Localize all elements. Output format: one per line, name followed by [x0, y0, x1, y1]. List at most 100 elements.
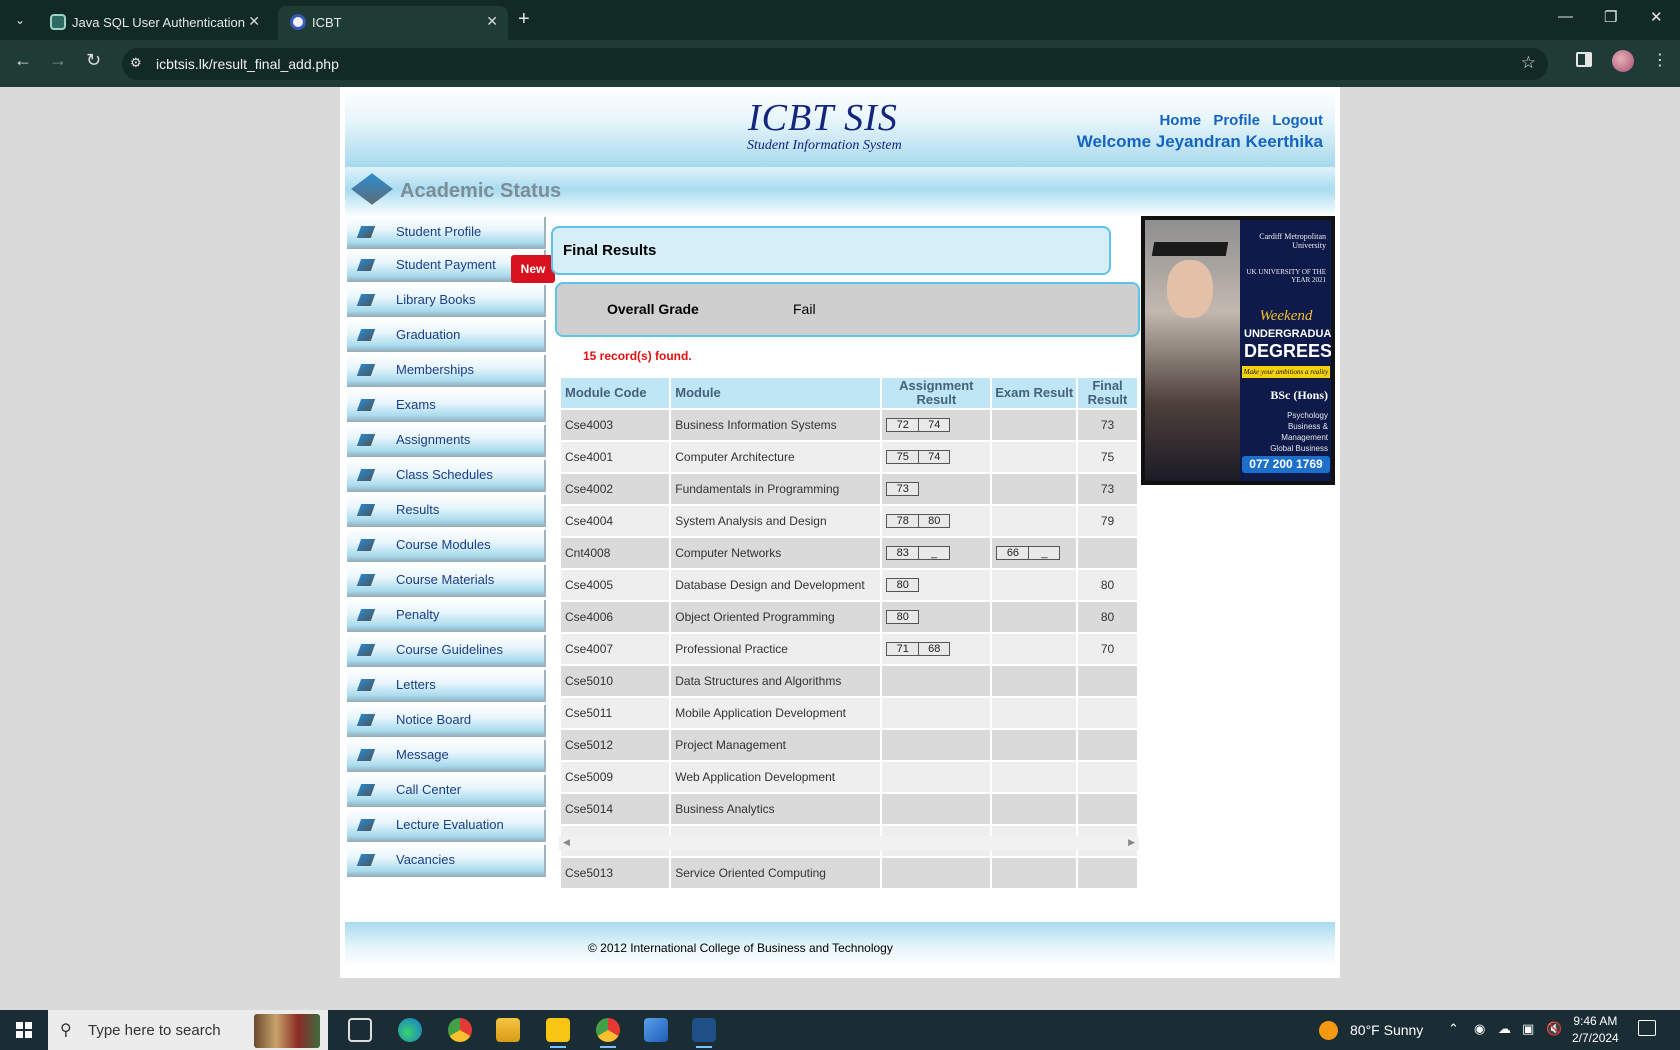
module-name-cell: Fundamentals in Programming — [671, 474, 881, 504]
profile-link[interactable]: Profile — [1213, 112, 1260, 129]
scroll-right-icon[interactable]: ▶ — [1128, 837, 1135, 848]
mark-group: 80 — [886, 578, 920, 593]
ad-award: UK UNIVERSITY OF THE YEAR 2021 — [1246, 268, 1326, 284]
top-nav: Home Profile Logout — [1151, 112, 1323, 129]
tab-icbt[interactable]: ICBT ✕ — [278, 6, 508, 40]
url-text[interactable]: icbtsis.lk/result_final_add.php — [156, 56, 339, 72]
sidebar-item-results[interactable]: Results — [347, 495, 546, 527]
mark-group: 80 — [886, 610, 920, 625]
chevron-up-icon[interactable]: ⌃ — [1448, 1021, 1459, 1037]
menu-kebab-icon[interactable]: ⋮ — [1652, 50, 1668, 70]
sidebar-item-message[interactable]: Message — [347, 740, 546, 772]
task-view-icon[interactable] — [348, 1018, 372, 1042]
reload-icon[interactable]: ↻ — [86, 50, 101, 71]
home-link[interactable]: Home — [1159, 112, 1201, 129]
sidebar-item-vacancies[interactable]: Vacancies — [347, 845, 546, 877]
sidebar-item-label: Library Books — [396, 292, 476, 307]
restore-icon[interactable]: ❐ — [1604, 8, 1617, 26]
module-name-cell: Project Management — [671, 730, 881, 760]
new-tab-icon[interactable]: + — [518, 8, 530, 31]
sidebar-item-letters[interactable]: Letters — [347, 670, 546, 702]
window-close-icon[interactable]: ✕ — [1650, 8, 1663, 26]
bullet-icon — [356, 854, 376, 866]
sidebar-item-library-books[interactable]: Library Books — [347, 285, 546, 317]
final-results-header: Final Results — [551, 226, 1111, 275]
sidebar-item-penalty[interactable]: Penalty — [347, 600, 546, 632]
final-result-cell: 79 — [1078, 506, 1137, 536]
bullet-icon — [356, 364, 376, 376]
bullet-icon — [356, 749, 376, 761]
back-icon[interactable]: ← — [14, 50, 32, 71]
module-name-cell: Object Oriented Programming — [671, 602, 881, 632]
forward-icon[interactable]: → — [49, 50, 67, 71]
final-result-cell — [1078, 794, 1137, 824]
tab-title: ICBT — [312, 15, 342, 30]
mark-value: 80 — [896, 611, 909, 624]
site-info-icon[interactable]: ⚙ — [130, 55, 146, 71]
assignment-result-cell — [882, 730, 991, 760]
final-result-cell: 75 — [1078, 442, 1137, 472]
new-badge[interactable]: New — [511, 255, 555, 283]
sidebar-item-course-modules[interactable]: Course Modules — [347, 530, 546, 562]
file-explorer-icon[interactable] — [496, 1018, 520, 1042]
sidebar-item-memberships[interactable]: Memberships — [347, 355, 546, 387]
minimize-icon[interactable]: — — [1558, 8, 1573, 25]
sidebar-item-course-materials[interactable]: Course Materials — [347, 565, 546, 597]
module-name-cell: Business Analytics — [671, 794, 881, 824]
profile-avatar[interactable] — [1612, 50, 1634, 72]
sidebar-item-notice-board[interactable]: Notice Board — [347, 705, 546, 737]
edge-icon[interactable] — [398, 1018, 422, 1042]
logo-title: ICBT SIS — [748, 97, 898, 139]
sticky-notes-icon[interactable] — [546, 1018, 570, 1048]
bookmark-star-icon[interactable]: ☆ — [1521, 53, 1536, 73]
module-name-cell: Business Information Systems — [671, 410, 881, 440]
sidebar-item-lecture-evaluation[interactable]: Lecture Evaluation — [347, 810, 546, 842]
close-icon[interactable]: ✕ — [248, 13, 260, 30]
windows-start-icon[interactable] — [16, 1022, 32, 1038]
close-icon[interactable]: ✕ — [486, 13, 498, 30]
sidebar-item-class-schedules[interactable]: Class Schedules — [347, 460, 546, 492]
chrome-active-icon[interactable] — [596, 1018, 620, 1048]
onedrive-icon[interactable]: ☁ — [1498, 1021, 1511, 1037]
horizontal-scrollbar[interactable]: ◀ ▶ — [559, 836, 1139, 850]
module-code-cell: Cse4007 — [561, 634, 670, 664]
scroll-left-icon[interactable]: ◀ — [563, 837, 570, 848]
sidebar-item-student-profile[interactable]: Student Profile — [347, 217, 546, 249]
sidebar-item-graduation[interactable]: Graduation — [347, 320, 546, 352]
mark-group: 72 74 — [886, 418, 951, 433]
notification-icon[interactable] — [1638, 1020, 1656, 1036]
weather-text[interactable]: 80°F Sunny — [1350, 1022, 1423, 1038]
bullet-icon — [356, 819, 376, 831]
address-bar[interactable]: ⚙ icbtsis.lk/result_final_add.php ☆ — [122, 48, 1548, 80]
assignment-result-cell: 73 — [882, 474, 991, 504]
logout-link[interactable]: Logout — [1272, 112, 1323, 129]
sidebar-item-course-guidelines[interactable]: Course Guidelines — [347, 635, 546, 667]
chrome-icon[interactable] — [448, 1018, 472, 1042]
taskbar-clock[interactable]: 9:46 AM 2/7/2024 — [1572, 1013, 1619, 1047]
table-row: Cse4007 Professional Practice 71 68 70 — [561, 634, 1137, 664]
sidebar-item-exams[interactable]: Exams — [347, 390, 546, 422]
sidebar-item-assignments[interactable]: Assignments — [347, 425, 546, 457]
tab-search-icon[interactable]: ⌄ — [8, 8, 32, 32]
site-header: ICBT SIS Student Information System Home… — [345, 87, 1335, 167]
sidebar-item-call-center[interactable]: Call Center — [347, 775, 546, 807]
advertisement-banner[interactable]: Cardiff Metropolitan University UK UNIVE… — [1141, 216, 1335, 485]
module-code-cell: Cse5011 — [561, 698, 670, 728]
volume-icon[interactable]: 🔇 — [1546, 1021, 1562, 1037]
exam-result-cell — [992, 634, 1077, 664]
column-header-module-code: Module Code — [561, 378, 670, 408]
module-code-cell: Cse5014 — [561, 794, 670, 824]
network-icon[interactable]: ▣ — [1522, 1021, 1534, 1037]
windows-taskbar: ⚲ Type here to search 80°F Sunny ⌃ ◉ ☁ ▣… — [0, 1010, 1680, 1050]
table-row: Cse4005 Database Design and Development 80… — [561, 570, 1137, 600]
chatgpt-favicon-icon — [50, 14, 66, 30]
side-panel-icon[interactable] — [1576, 52, 1592, 67]
mysql-workbench-icon[interactable] — [692, 1018, 716, 1048]
tab-java-sql[interactable]: Java SQL User Authentication ✕ — [38, 6, 270, 40]
table-row: Cse4006 Object Oriented Programming 80 80 — [561, 602, 1137, 632]
browser-toolbar: ← → ↻ ⚙ icbtsis.lk/result_final_add.php … — [0, 40, 1680, 87]
taskbar-search-box[interactable]: ⚲ Type here to search — [48, 1010, 328, 1050]
virtualbox-icon[interactable] — [644, 1018, 668, 1042]
meet-icon[interactable]: ◉ — [1474, 1021, 1485, 1037]
exam-result-cell — [992, 762, 1077, 792]
